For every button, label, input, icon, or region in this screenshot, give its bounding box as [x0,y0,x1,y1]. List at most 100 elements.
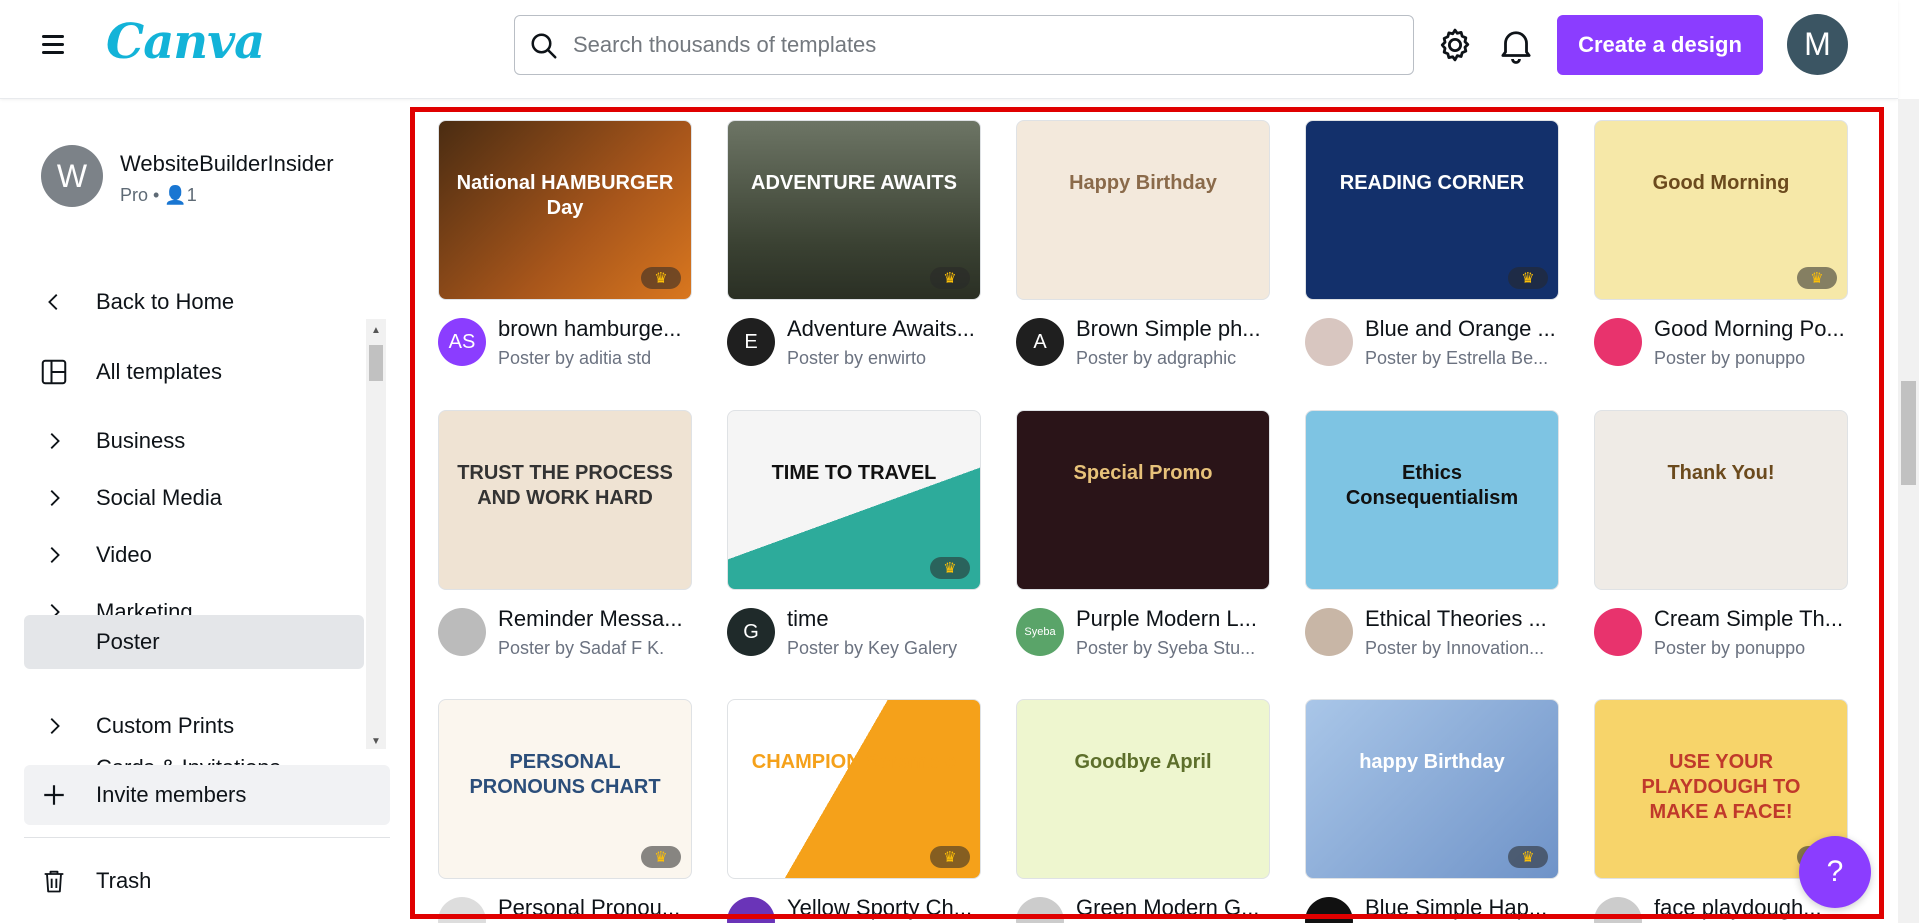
template-thumbnail[interactable]: Special Promo [1016,410,1270,590]
template-card[interactable]: Good Morning ♛ Good Morning Po... Poster by… [1594,120,1850,368]
template-title[interactable]: Personal Pronou... [498,895,694,921]
template-card[interactable]: Special Promo Syeba Purple Modern L... Post… [1016,410,1272,658]
template-title[interactable]: Blue and Orange ... [1365,316,1561,342]
template-card[interactable]: ADVENTURE AWAITS ♛ E Adventure Awaits... Pos… [727,120,983,368]
sidebar-item-social-media[interactable]: Social Media [24,471,364,525]
template-creator[interactable]: Poster by Innovation... [1365,638,1561,659]
template-thumbnail[interactable]: Thank You! [1594,410,1848,590]
sidebar-item-business[interactable]: Business [24,414,364,468]
scroll-up-arrow-icon[interactable]: ▲ [371,325,381,336]
page-scroll-thumb[interactable] [1901,381,1916,485]
sidebar-item-custom-prints[interactable]: Custom Prints [24,699,364,753]
template-thumbnail-text: Goodbye April [1074,751,1212,773]
creator-avatar[interactable] [438,897,486,923]
template-title[interactable]: Good Morning Po... [1654,316,1850,342]
menu-icon[interactable] [38,30,70,62]
template-card[interactable]: Thank You! Cream Simple Th... Poster by po… [1594,410,1850,658]
sidebar-item-video[interactable]: Video [24,528,364,582]
template-thumbnail[interactable]: PERSONAL PRONOUNS CHART ♛ [438,699,692,879]
template-card[interactable]: READING CORNER ♛ Blue and Orange ... Poster… [1305,120,1561,368]
template-thumbnail[interactable]: TIME TO TRAVEL ♛ [727,410,981,590]
template-card[interactable]: Ethics Consequentialism Ethical Theories … [1305,410,1561,658]
template-creator[interactable]: Poster by Syeba Stu... [1076,638,1272,659]
template-title[interactable]: Adventure Awaits... [787,316,983,342]
template-creator[interactable]: Poster by enwirto [787,348,983,369]
template-title[interactable]: Cream Simple Th... [1654,606,1850,632]
template-creator[interactable]: Poster by aditia std [498,348,694,369]
top-bar: Canva Create a design M [0,0,1898,99]
template-thumbnail[interactable]: TRUST THE PROCESS AND WORK HARD [438,410,692,590]
team-avatar[interactable]: W [41,145,103,207]
creator-avatar[interactable]: E [727,318,775,366]
template-card[interactable]: National HAMBURGER Day ♛ AS brown hamburge.… [438,120,694,368]
template-title[interactable]: Green Modern G... [1076,895,1272,921]
trash-link[interactable]: Trash [24,854,364,908]
template-thumbnail[interactable]: Good Morning ♛ [1594,120,1848,300]
template-thumbnail[interactable]: CHAMPION Scramble ♛ [727,699,981,879]
template-title[interactable]: time [787,606,983,632]
creator-avatar[interactable] [1305,318,1353,366]
template-title[interactable]: brown hamburge... [498,316,694,342]
premium-crown-icon: ♛ [930,267,970,289]
creator-avatar[interactable] [727,897,775,923]
scroll-down-arrow-icon[interactable]: ▼ [371,736,381,747]
team-name[interactable]: WebsiteBuilderInsider [120,151,334,177]
template-card[interactable]: TRUST THE PROCESS AND WORK HARD Reminder … [438,410,694,658]
creator-avatar[interactable] [1305,897,1353,923]
notification-bell-icon[interactable] [1495,24,1537,66]
creator-avatar[interactable] [1594,318,1642,366]
search-bar[interactable] [514,15,1414,75]
template-thumbnail[interactable]: Happy Birthday [1016,120,1270,300]
page-scrollbar[interactable] [1898,99,1919,923]
template-creator[interactable]: Poster by ponuppo [1654,348,1850,369]
trash-label: Trash [96,868,152,893]
sidebar-item-poster[interactable]: Poster [24,615,364,669]
invite-members-button[interactable]: Invite members [24,765,390,825]
canva-logo[interactable]: Canva [106,14,265,70]
template-thumbnail[interactable]: Ethics Consequentialism [1305,410,1559,590]
creator-avatar[interactable]: A [1016,318,1064,366]
template-title[interactable]: Yellow Sporty Ch... [787,895,983,921]
creator-avatar[interactable] [1594,897,1642,923]
template-creator[interactable]: Poster by adgraphic [1076,348,1272,369]
template-thumbnail[interactable]: National HAMBURGER Day ♛ [438,120,692,300]
template-creator[interactable]: Poster by Estrella Be... [1365,348,1561,369]
templates-icon [24,357,84,387]
template-thumbnail[interactable]: happy Birthday ♛ [1305,699,1559,879]
creator-avatar[interactable] [1016,897,1064,923]
template-thumbnail-text: TIME TO TRAVEL [771,462,937,484]
template-card[interactable]: Goodbye AprilGreen Modern G...Poster [1016,699,1270,923]
create-design-button[interactable]: Create a design [1557,15,1763,75]
members-icon: 👤 [164,185,187,205]
template-title[interactable]: Purple Modern L... [1076,606,1272,632]
sidebar-scrollbar[interactable]: ▲ ▼ [366,319,386,749]
creator-avatar[interactable]: AS [438,318,486,366]
template-card[interactable]: happy Birthday♛Blue Simple Hap...Poster [1305,699,1559,923]
back-to-home-link[interactable]: Back to Home [24,275,364,329]
creator-avatar[interactable] [1305,608,1353,656]
search-input[interactable] [573,26,1393,64]
creator-avatar[interactable]: Syeba [1016,608,1064,656]
template-thumbnail[interactable]: Goodbye April [1016,699,1270,879]
sidebar-scroll-thumb[interactable] [369,345,383,381]
settings-gear-icon[interactable] [1434,24,1476,66]
creator-avatar[interactable] [438,608,486,656]
template-thumbnail[interactable]: READING CORNER ♛ [1305,120,1559,300]
template-title[interactable]: Ethical Theories ... [1365,606,1561,632]
template-title[interactable]: Reminder Messa... [498,606,694,632]
help-button[interactable]: ? [1799,836,1871,908]
sidebar-item-all-templates[interactable]: All templates [24,345,364,399]
creator-avatar[interactable]: G [727,608,775,656]
template-card[interactable]: TIME TO TRAVEL ♛ Gtime Poster by Key Galery [727,410,983,658]
template-thumbnail[interactable]: ADVENTURE AWAITS ♛ [727,120,981,300]
template-card[interactable]: PERSONAL PRONOUNS CHART ♛ Personal Pronou.… [438,699,692,923]
template-creator[interactable]: Poster by ponuppo [1654,638,1850,659]
user-avatar[interactable]: M [1787,14,1848,75]
template-title[interactable]: Brown Simple ph... [1076,316,1272,342]
template-title[interactable]: Blue Simple Hap... [1365,895,1561,921]
template-creator[interactable]: Poster by Key Galery [787,638,983,659]
template-card[interactable]: CHAMPION Scramble♛Yellow Sporty Ch...Pos… [727,699,981,923]
creator-avatar[interactable] [1594,608,1642,656]
template-card[interactable]: Happy Birthday A Brown Simple ph... Poster … [1016,120,1272,368]
template-creator[interactable]: Poster by Sadaf F K. [498,638,694,659]
